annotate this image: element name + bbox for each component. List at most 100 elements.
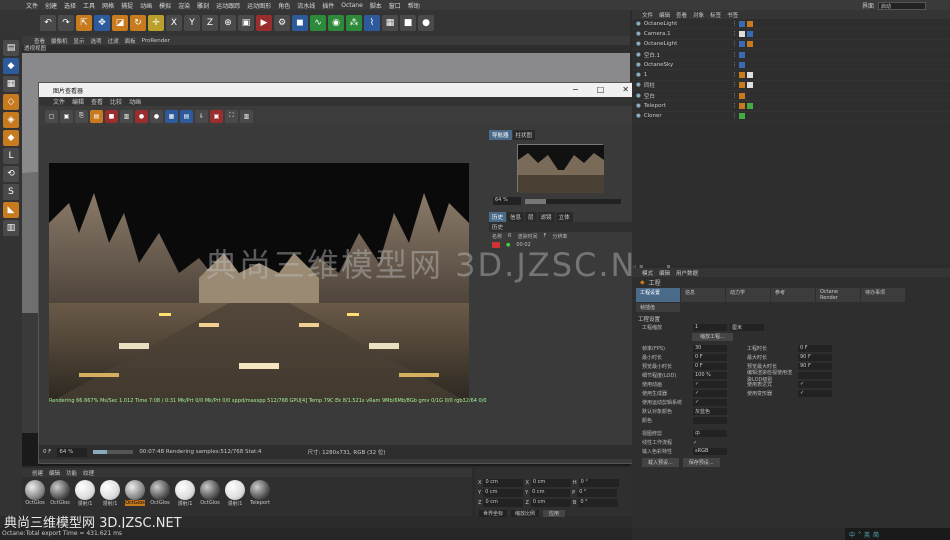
object-menu-item[interactable]: 编辑 (659, 11, 670, 19)
object-tag-icon[interactable] (739, 113, 746, 120)
coord-scale-select[interactable]: 缩放比例 (511, 510, 540, 517)
coordinate-input[interactable]: 0 cm (530, 499, 571, 507)
menu-item[interactable]: 渲染 (178, 1, 190, 10)
menu-item[interactable]: 角色 (278, 1, 290, 10)
menu-item[interactable]: 窗口 (389, 1, 401, 10)
bottom-zoom[interactable]: 64 % (57, 447, 88, 457)
scale-tool-icon[interactable]: ◪ (112, 15, 128, 31)
visibility-icon[interactable]: ⋮ (732, 41, 738, 47)
menu-item[interactable]: 帮助 (408, 1, 420, 10)
ab-compare-icon[interactable]: ▥ (120, 109, 133, 123)
viewport-menu-item[interactable]: 查看 (34, 37, 45, 45)
coordinate-input[interactable]: 0 cm (483, 489, 524, 497)
input-color-select[interactable]: sRGB (693, 448, 727, 455)
copy-icon[interactable]: ⎘ (75, 109, 88, 123)
scale-unit[interactable]: 厘米 (730, 324, 764, 331)
object-tag-icon[interactable] (739, 72, 746, 79)
object-name[interactable]: OctaneSky (644, 62, 692, 68)
object-row[interactable]: ● 同柱 ⋮ (632, 81, 950, 92)
tab-history[interactable]: 历史 (489, 212, 507, 222)
channel-green-icon[interactable]: ● (150, 109, 163, 123)
object-name[interactable]: 空白.1 (644, 51, 692, 59)
object-row[interactable]: ● 1 ⋮ (632, 70, 950, 81)
taskbar-item[interactable]: 英 (864, 530, 870, 539)
coordinate-input[interactable]: 0 cm (530, 479, 571, 487)
coordinate-input[interactable]: 0 ° (577, 489, 618, 497)
field-value[interactable]: 0 F (693, 363, 727, 370)
tab-history[interactable]: 滤镜 (537, 212, 555, 222)
attribute-tab[interactable]: 待办事项 (861, 288, 905, 302)
object-row[interactable]: ● OctaneLight ⋮ (632, 19, 950, 30)
field-value[interactable]: 0 F (693, 354, 727, 361)
redo-icon[interactable]: ↷ (58, 15, 74, 31)
material-menu-item[interactable]: 功能 (66, 469, 77, 477)
zoom-value[interactable]: 64 % (493, 197, 521, 205)
polygons-mode-icon[interactable]: ◆ (3, 130, 19, 146)
object-tag-icon[interactable] (747, 103, 754, 110)
object-name[interactable]: OctaneLight (644, 21, 692, 27)
field-value[interactable]: ✓ (798, 390, 832, 397)
field-value[interactable]: 灰蓝色 (693, 408, 727, 415)
menu-item[interactable]: 运动跟踪 (216, 1, 240, 10)
field-value[interactable] (693, 417, 727, 424)
cube-icon[interactable]: ◼ (292, 15, 308, 31)
menu-item[interactable]: 插件 (322, 1, 334, 10)
scale-project-button[interactable]: 缩放工程... (692, 333, 733, 341)
field-value[interactable]: 100 % (693, 372, 727, 379)
material-ball[interactable]: 漫射/1 (74, 480, 96, 507)
menu-item[interactable]: 动画 (140, 1, 152, 10)
save-icon[interactable]: ▣ (60, 109, 73, 123)
axis-mode-icon[interactable]: L (3, 148, 19, 164)
edges-mode-icon[interactable]: ◈ (3, 112, 19, 128)
z-axis-icon[interactable]: Z (202, 15, 218, 31)
attribute-menu-item[interactable]: 用户数据 (676, 269, 698, 277)
object-tag-icon[interactable] (739, 41, 746, 48)
tab-navigator[interactable]: 柱状图 (512, 130, 536, 140)
light-icon[interactable]: ● (418, 15, 434, 31)
tab-history[interactable]: 层 (525, 212, 537, 222)
object-menu-item[interactable]: 对象 (693, 11, 704, 19)
object-tag-icon[interactable] (739, 103, 746, 110)
object-name[interactable]: 空白 (644, 92, 692, 100)
object-tag-icon[interactable] (747, 30, 754, 37)
tab-navigator[interactable]: 导航器 (489, 130, 512, 140)
stop-icon[interactable]: ▣ (210, 109, 223, 123)
points-mode-icon[interactable]: ◇ (3, 94, 19, 110)
object-row[interactable]: ● 空白 ⋮ (632, 91, 950, 102)
locked-workplane-icon[interactable]: ▥ (3, 220, 19, 236)
menu-item[interactable]: 模拟 (159, 1, 171, 10)
rotate-tool-icon[interactable]: ↻ (130, 15, 146, 31)
visibility-icon[interactable]: ⋮ (732, 82, 738, 88)
visibility-icon[interactable]: ⋮ (732, 52, 738, 58)
taskbar-item[interactable]: 简 (873, 530, 879, 539)
fullscreen-icon[interactable]: ⛶ (225, 109, 238, 123)
field-value[interactable]: 0 F (798, 345, 832, 352)
export-icon[interactable]: ⇩ (195, 109, 208, 123)
object-name[interactable]: 1 (644, 72, 692, 78)
minimize-icon[interactable]: − (572, 85, 579, 94)
field-value[interactable]: ✓ (798, 381, 832, 388)
object-name[interactable]: Teleport (644, 103, 692, 109)
attribute-tab[interactable]: 参考 (771, 288, 815, 302)
nurbs-icon[interactable]: ◉ (328, 15, 344, 31)
field-value[interactable]: ✓ (693, 381, 727, 388)
select-tool-icon[interactable]: ⇱ (76, 15, 92, 31)
field-value[interactable]: 90 F (798, 354, 832, 361)
x-axis-icon[interactable]: X (166, 15, 182, 31)
model-mode-icon[interactable]: ◆ (3, 58, 19, 74)
linear-checkbox[interactable]: ✓ (693, 440, 697, 446)
render-settings-icon[interactable]: ⚙ (274, 15, 290, 31)
render-region-icon[interactable]: ▤ (90, 109, 103, 123)
material-ball[interactable]: OctGlos (199, 480, 221, 507)
attribute-tab[interactable]: Octane Render (816, 288, 860, 302)
load-preset-button[interactable]: 载入预设... (642, 458, 679, 467)
material-ball[interactable]: OctGlos (24, 480, 46, 507)
material-ball[interactable]: 漫射/1 (99, 480, 121, 507)
object-row[interactable]: ● Cloner ⋮ (632, 112, 950, 122)
coordinate-input[interactable]: 0 cm (483, 499, 524, 507)
material-ball[interactable]: OctGlos (49, 480, 71, 507)
visibility-icon[interactable]: ⋮ (732, 31, 738, 37)
field-value[interactable]: ✓ (693, 399, 727, 406)
undo-icon[interactable]: ↶ (40, 15, 56, 31)
object-tag-icon[interactable] (739, 92, 746, 99)
